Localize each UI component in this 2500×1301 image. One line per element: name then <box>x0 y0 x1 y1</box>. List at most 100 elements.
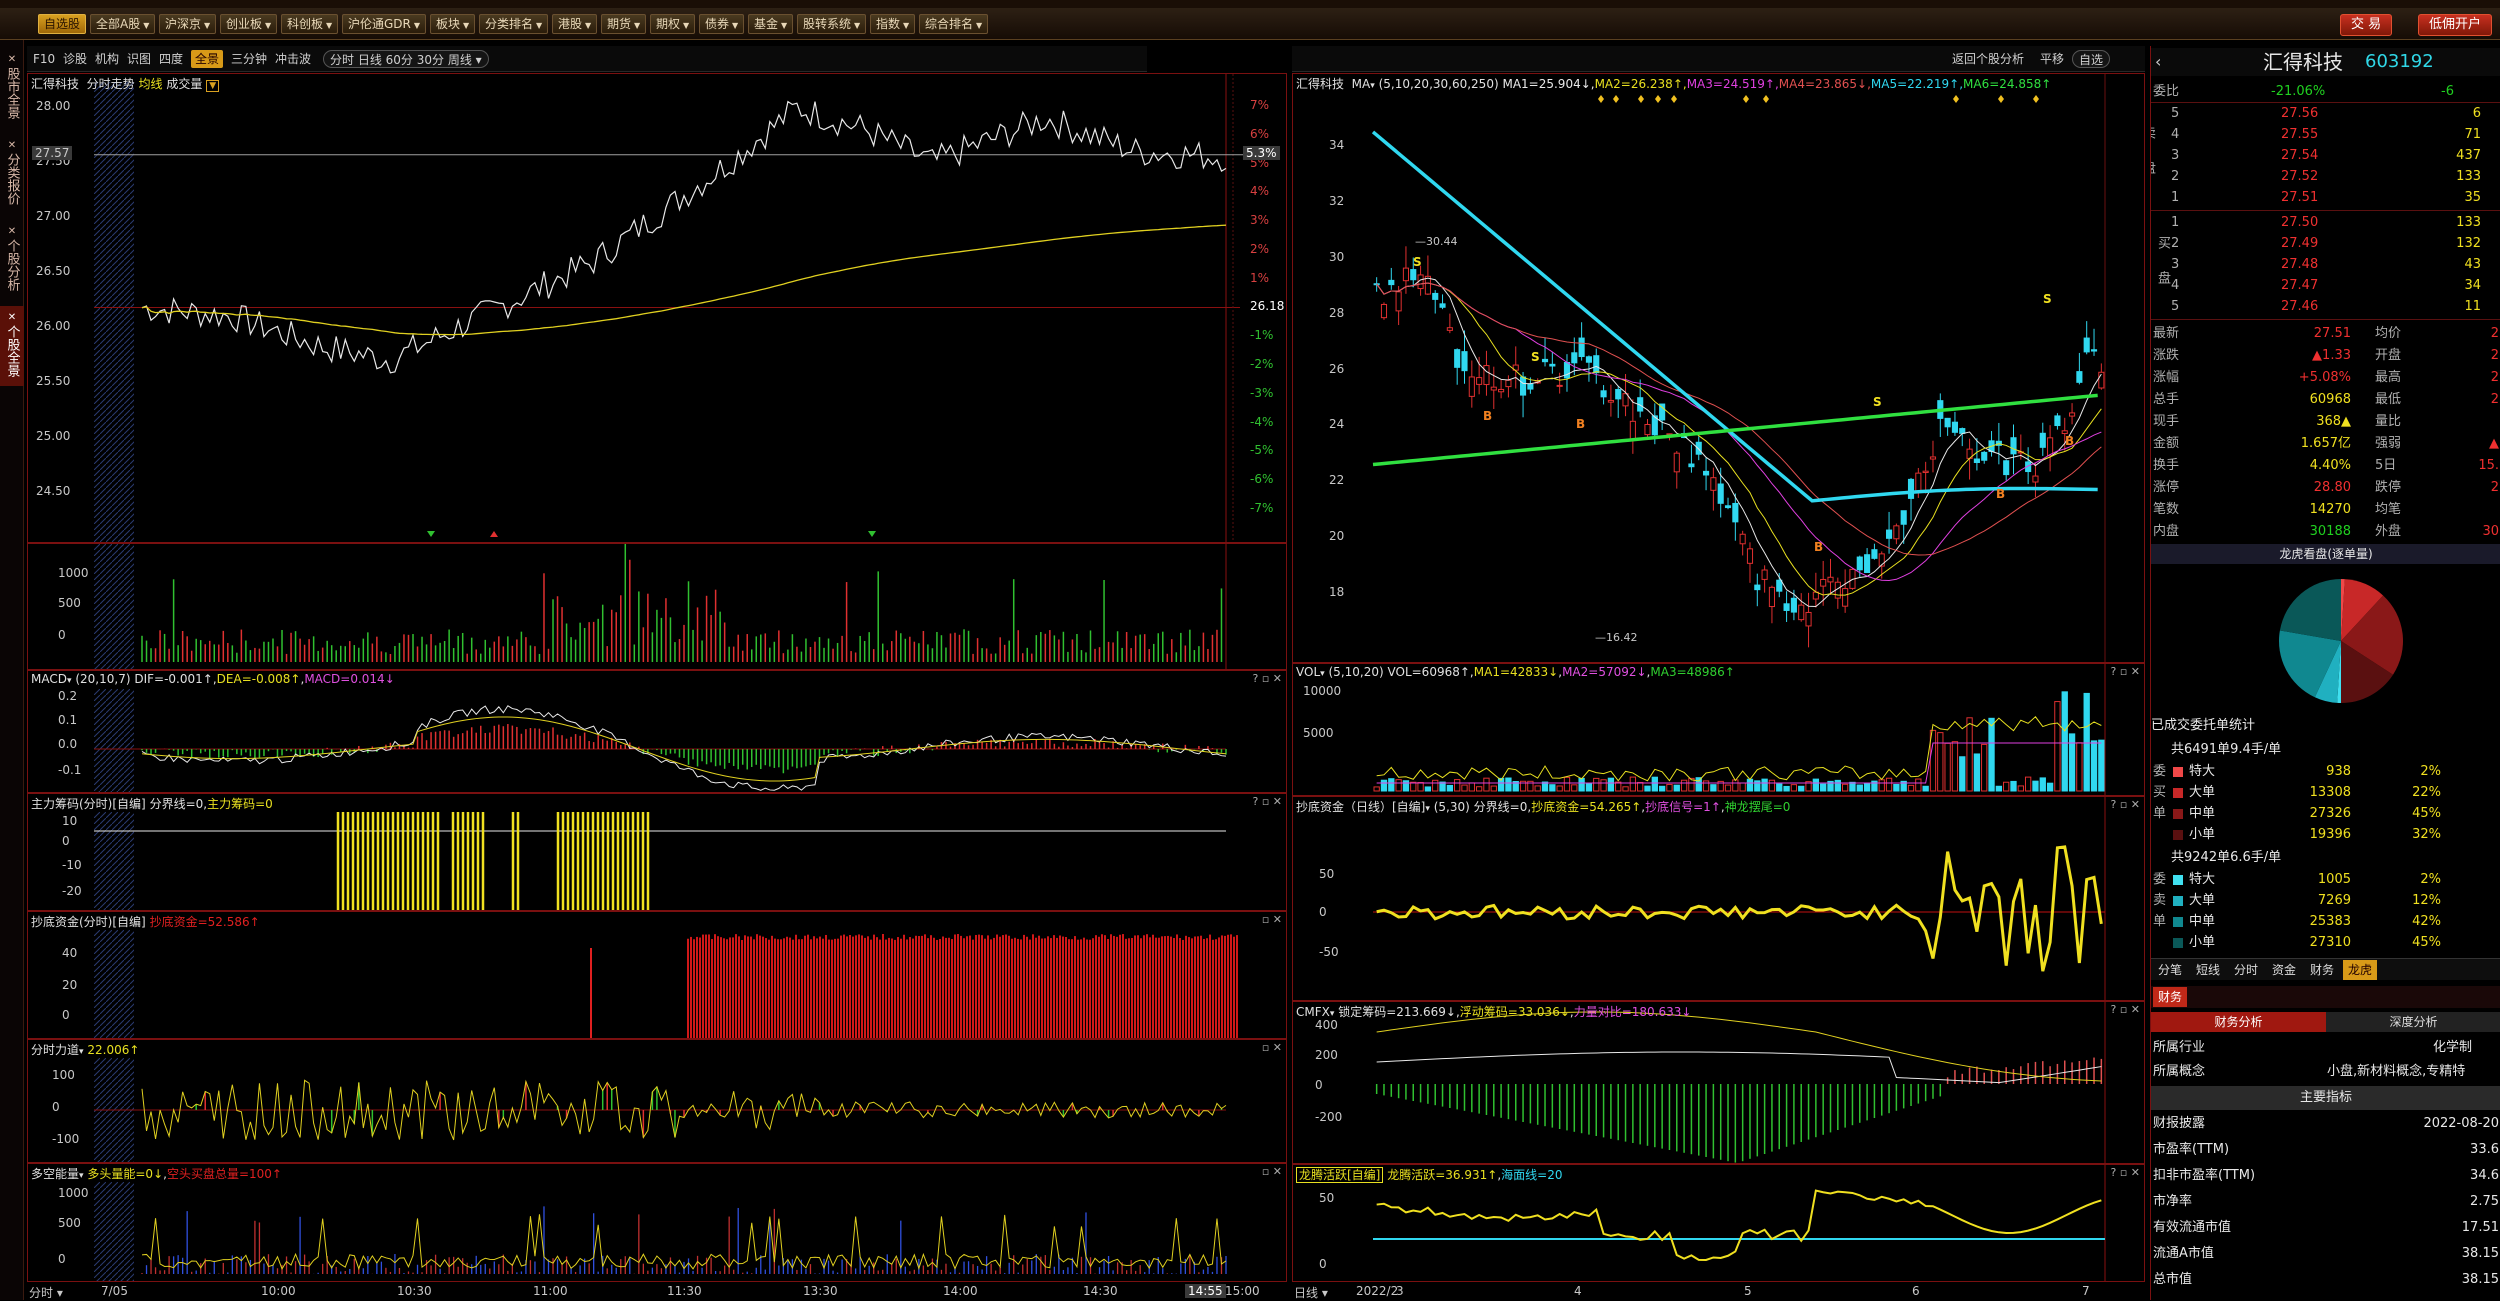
buy-level-row[interactable]: 5 27.46 11 <box>2151 297 2500 317</box>
buy-signal: B <box>1996 487 2006 502</box>
pan-button[interactable]: 平移 <box>2040 50 2064 68</box>
back-to-stock-analysis[interactable]: 返回个股分析 <box>1952 50 2024 68</box>
chip-tick: -20 <box>62 884 82 898</box>
macd-panel[interactable]: MACD▾ (20,10,7) DIF=-0.001↑,DEA=-0.008↑,… <box>27 670 1287 793</box>
secbar-item-7[interactable]: 冲击波 <box>275 50 311 68</box>
cmfx-panel[interactable]: CMFX▾ 锁定筹码=213.669↓,浮动筹码=33.036↓,力量对比=18… <box>1292 1001 2145 1164</box>
period-group[interactable]: 分时 日线 60分 30分 周线 ▾ <box>323 50 489 68</box>
period-4[interactable]: 周线 <box>448 53 472 67</box>
open-account-button[interactable]: 低佣开户 <box>2418 14 2493 36</box>
quote-tab-1[interactable]: 短线 <box>2191 960 2225 980</box>
trade-button[interactable]: 交 易 <box>2340 14 2393 36</box>
stat-label: 强弱 <box>2375 436 2402 451</box>
color-swatch <box>2173 938 2183 948</box>
daily-kline-panel[interactable]: 汇得科技 MA▾ (5,10,20,30,60,250) MA1=25.904↓… <box>1292 73 2145 663</box>
sell-level-row[interactable]: 3 27.54 437 <box>2151 146 2500 166</box>
fin-row: 市盈率(TTM) 33.6 <box>2151 1140 2500 1164</box>
topbar-button-11[interactable]: 债券 ▼ <box>699 14 745 34</box>
buy-level-row[interactable]: 4 27.47 34 <box>2151 276 2500 296</box>
topbar-button-2[interactable]: 沪深京 ▼ <box>159 14 217 34</box>
order-vol: 25383 <box>2309 914 2351 929</box>
macd-tick: 0.1 <box>58 713 78 727</box>
topbar-button-label: 期货 <box>607 17 632 31</box>
buy-level-row[interactable]: 2 27.49 132 <box>2151 234 2500 254</box>
stat-label: 笔数 <box>2153 502 2180 517</box>
topbar-button-7[interactable]: 分类排名 ▼ <box>479 14 549 34</box>
ma-legend-4: MA5=22.219↑, <box>1870 77 1964 91</box>
daily-bottom-fund-panel[interactable]: 抄底资金（日线）[自编]▾ (5,30) 分界线=0,抄底资金=54.265↑,… <box>1292 796 2145 1001</box>
fin-row: 总市值 38.15 <box>2151 1270 2500 1294</box>
leftstrip-item-1[interactable]: ✕ 分类报价 <box>0 134 24 214</box>
quote-tab-4[interactable]: 财务 <box>2305 960 2339 980</box>
intraday-svg <box>94 74 1280 542</box>
long-short-energy-panel[interactable]: 多空能量▾ 多头量能=0↓,空头买盘总量=100↑ ▫ ✕ 1000 500 0 <box>27 1163 1287 1282</box>
quote-tab-2[interactable]: 分时 <box>2229 960 2263 980</box>
leftstrip-item-3[interactable]: ✕ 个股全景 <box>0 306 24 386</box>
close-icon[interactable]: ✕ <box>0 138 24 153</box>
quote-tab-5[interactable]: 龙虎 <box>2343 960 2377 980</box>
topbar-button-5[interactable]: 沪伦通GDR ▼ <box>342 14 427 34</box>
bottom-fund-panel[interactable]: 抄底资金(分时)[自编] 抄底资金=52.586↑ ▫ ✕ 40 20 0 <box>27 911 1287 1039</box>
pct-tick: -4% <box>1250 414 1274 429</box>
force-panel[interactable]: 分时力道▾ 22.006↑ ▫ ✕ 100 0 -100 <box>27 1039 1287 1163</box>
secbar-item-6[interactable]: 三分钟 <box>231 50 267 68</box>
topbar-button-9[interactable]: 期货 ▼ <box>601 14 647 34</box>
intraday-vol-svg <box>94 544 1227 669</box>
secbar-item-1[interactable]: 诊股 <box>63 50 87 68</box>
deep-analysis-tab[interactable]: 深度分析 <box>2326 1012 2500 1032</box>
main-chip-panel[interactable]: 主力筹码(分时)[自编] 分界线=0,主力筹码=0 ? ▫ ✕ 10 0 -10 -2… <box>27 793 1287 911</box>
watchlist-dropdown[interactable]: 自选 <box>2072 50 2111 68</box>
topbar-button-12[interactable]: 基金 ▼ <box>748 14 794 34</box>
period-3[interactable]: 30分 <box>417 53 448 67</box>
secbar-item-2[interactable]: 机构 <box>95 50 119 68</box>
secbar-item-3[interactable]: 识图 <box>127 50 151 68</box>
topbar-button-3[interactable]: 创业板 ▼ <box>220 14 278 34</box>
leftstrip-item-0[interactable]: ✕ 股市全景 <box>0 48 24 128</box>
topbar-button-1[interactable]: 全部A股 ▼ <box>90 14 156 34</box>
fund-tick: 20 <box>62 978 78 992</box>
last-pct-tag: 5.3% <box>1243 145 1280 160</box>
sell-level-row[interactable]: 1 27.51 35 <box>2151 188 2500 208</box>
leftstrip-item-2[interactable]: ✕ 个股分析 <box>0 220 24 300</box>
axis-mode-dropdown[interactable]: 分时 ▾ <box>29 1284 63 1301</box>
topbar-button-8[interactable]: 港股 ▼ <box>552 14 598 34</box>
panel-controls[interactable]: ? ▫ ✕ <box>1252 672 1282 685</box>
topbar-button-13[interactable]: 股转系统 ▼ <box>797 14 867 34</box>
intraday-volume-panel[interactable]: 1000 500 0 <box>27 543 1287 670</box>
topbar-button-14[interactable]: 指数 ▼ <box>870 14 916 34</box>
period-0[interactable]: 分时 <box>330 53 358 67</box>
close-icon[interactable]: ✕ <box>0 52 24 67</box>
kline-price-tick: 28 <box>1329 305 1345 320</box>
sell-level-row[interactable]: 5 27.56 6 <box>2151 104 2500 124</box>
buy-level-row[interactable]: 3 27.48 43 <box>2151 255 2500 275</box>
sell-level-row[interactable]: 2 27.52 133 <box>2151 167 2500 187</box>
topbar-button-4[interactable]: 科创板 ▼ <box>281 14 339 34</box>
period-1[interactable]: 日线 <box>358 53 386 67</box>
daily-volume-panel[interactable]: VOL▾ (5,10,20) VOL=60968↑,MA1=42833↓,MA2… <box>1292 663 2145 796</box>
topbar-button-10[interactable]: 期权 ▼ <box>650 14 696 34</box>
sell-level-row[interactable]: 4 27.55 71 <box>2151 125 2500 145</box>
quote-tabs: 分笔 短线 分时 资金 财务 龙虎 <box>2151 958 2500 980</box>
topbar-button-15[interactable]: 综合排名 ▼ <box>919 14 989 34</box>
secbar-item-5[interactable]: 全景 <box>191 50 224 68</box>
close-icon[interactable]: ✕ <box>0 224 24 239</box>
close-icon[interactable]: ✕ <box>0 310 24 325</box>
daily-axis-mode[interactable]: 日线 ▾ <box>1294 1284 1328 1301</box>
topbar-button-0[interactable]: 自选股 <box>38 14 87 34</box>
stat-row: 涨跌 ▲1.33 开盘 2 <box>2151 346 2500 368</box>
buy-level-row[interactable]: 1 27.50 133 <box>2151 213 2500 233</box>
dropdown-icon: ▼ <box>143 21 150 30</box>
finance-analysis-tab[interactable]: 财务分析 <box>2151 1012 2326 1032</box>
secbar-item-0[interactable]: F10 <box>33 50 55 68</box>
back-icon[interactable]: ‹ <box>2155 48 2161 76</box>
quote-tab-3[interactable]: 资金 <box>2267 960 2301 980</box>
dragon-activity-panel[interactable]: 龙腾活跃[自编] 龙腾活跃=36.931↑,海面线=20 ? ▫ ✕ 50 0 <box>1292 1164 2145 1282</box>
secbar-item-4[interactable]: 四度 <box>159 50 183 68</box>
intraday-chart-panel[interactable]: 汇得科技 分时走势 均线 成交量 ▼ 28.00 27.50 27.00 26.50 2… <box>27 73 1287 543</box>
title-bar <box>0 0 2500 8</box>
finance-tab[interactable]: 财务 <box>2153 987 2187 1007</box>
level-vol: 437 <box>2456 148 2481 163</box>
topbar-button-6[interactable]: 板块 ▼ <box>430 14 476 34</box>
period-2[interactable]: 60分 <box>386 53 417 67</box>
quote-tab-0[interactable]: 分笔 <box>2153 960 2187 980</box>
